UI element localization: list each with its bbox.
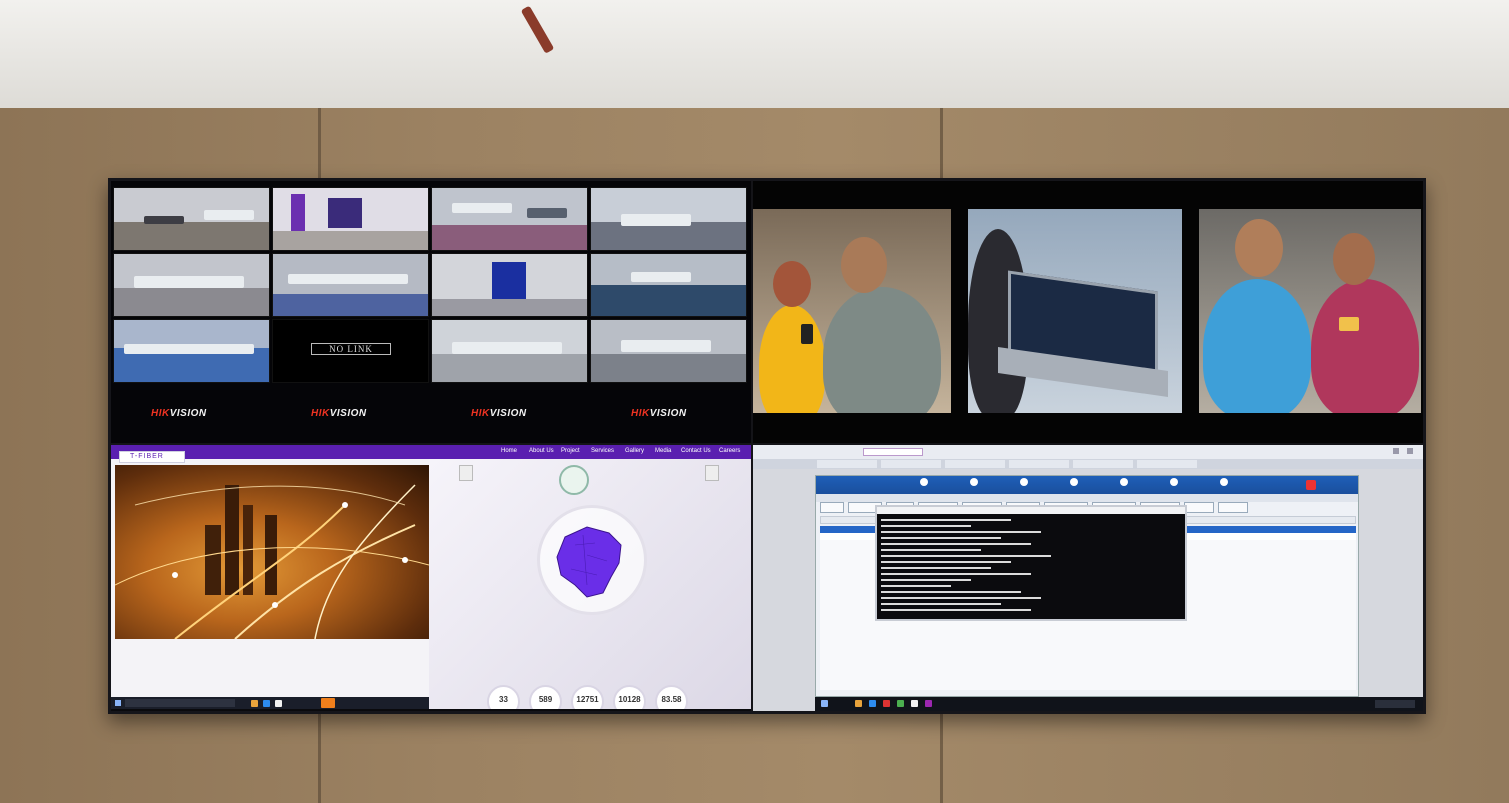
network-management-panel: [753, 445, 1423, 711]
toolbar-button[interactable]: [1184, 502, 1214, 513]
terminal-icon[interactable]: [911, 700, 918, 707]
couple-with-phone-photo: [753, 209, 951, 413]
topology-menu[interactable]: [1016, 477, 1032, 493]
administration-menu[interactable]: [1116, 477, 1132, 493]
camera-feed[interactable]: [431, 187, 588, 251]
camera-feed[interactable]: [113, 253, 270, 317]
nav-about-us[interactable]: About Us: [529, 448, 554, 454]
stat-circle: 12751: [571, 685, 604, 709]
hikvision-logo: HIKVISION: [151, 408, 207, 419]
active-app-icon[interactable]: [321, 698, 335, 708]
no-link-label: NO LINK: [311, 343, 391, 355]
nav-home[interactable]: Home: [501, 448, 517, 454]
city-network-image: [115, 465, 429, 639]
system-tray: [1375, 700, 1415, 708]
app-icon[interactable]: [897, 700, 904, 707]
browser-tab[interactable]: [1073, 460, 1133, 468]
app-icon[interactable]: [925, 700, 932, 707]
photo-panel: [753, 181, 1423, 443]
city-network-graphic: [115, 484, 429, 639]
screen-bezel: [751, 181, 753, 711]
camera-feed[interactable]: [431, 253, 588, 317]
camera-feed[interactable]: [590, 253, 747, 317]
video-wall: NO LINK HIKVISION HIKVISION HIKVISION HI…: [108, 178, 1426, 714]
ceiling: [0, 0, 1509, 115]
telangana-map[interactable]: [547, 515, 637, 605]
tools-menu[interactable]: [1066, 477, 1082, 493]
terminal-titlebar: [877, 507, 1185, 514]
person-with-laptop-photo: [968, 209, 1182, 413]
tfiber-website-panel: Home About Us Project Services Gallery M…: [111, 445, 751, 709]
state-emblem-icon: [559, 465, 589, 495]
taskbar-search-box[interactable]: [125, 699, 235, 707]
app-subheader: [816, 494, 1358, 502]
camera-feed[interactable]: [113, 319, 270, 383]
cctv-panel: NO LINK HIKVISION HIKVISION HIKVISION HI…: [111, 181, 751, 443]
app-icon[interactable]: [883, 700, 890, 707]
folder-icon[interactable]: [251, 700, 258, 707]
stat-circle: 10128: [613, 685, 646, 709]
windows-taskbar: [815, 697, 1423, 711]
toolbar-button[interactable]: [820, 502, 844, 513]
camera-feed[interactable]: [113, 187, 270, 251]
camera-feed[interactable]: [272, 187, 429, 251]
camera-feed[interactable]: [272, 253, 429, 317]
hikvision-logo: HIKVISION: [311, 408, 367, 419]
configuration-menu[interactable]: [966, 477, 982, 493]
stat-circle: 589: [529, 685, 562, 709]
hikvision-logo: HIKVISION: [471, 408, 527, 419]
start-icon[interactable]: [821, 700, 828, 707]
home-menu[interactable]: [916, 477, 932, 493]
terminal-output: [881, 519, 1051, 611]
app-icon[interactable]: [275, 700, 282, 707]
browser-titlebar: [753, 445, 1423, 459]
tfiber-navbar: Home About Us Project Services Gallery M…: [111, 445, 751, 459]
avatar: [459, 465, 473, 481]
browser-icon[interactable]: [263, 700, 270, 707]
stat-circle: 33: [487, 685, 520, 709]
browser-tab[interactable]: [1137, 460, 1197, 468]
security-menu[interactable]: [1216, 477, 1232, 493]
alarm-badge-icon[interactable]: [1306, 480, 1316, 490]
minimize-icon[interactable]: [1393, 448, 1399, 454]
browser-icon[interactable]: [869, 700, 876, 707]
camera-feed[interactable]: [590, 319, 747, 383]
telangana-map-section: 33 589 12751 10128 83.58: [429, 459, 751, 709]
folder-icon[interactable]: [855, 700, 862, 707]
close-icon[interactable]: [1407, 448, 1413, 454]
nms-menu-bar: [816, 476, 1358, 494]
address-bar[interactable]: [863, 448, 923, 456]
nav-services[interactable]: Services: [591, 448, 614, 454]
reports-menu[interactable]: [1166, 477, 1182, 493]
browser-tab[interactable]: [881, 460, 941, 468]
nav-project[interactable]: Project: [561, 448, 580, 454]
nav-contact-us[interactable]: Contact Us: [681, 448, 711, 454]
camera-feed[interactable]: [431, 319, 588, 383]
hikvision-logo: HIKVISION: [631, 408, 687, 419]
browser-tab[interactable]: [1009, 460, 1069, 468]
camera-feed[interactable]: [590, 187, 747, 251]
nav-media[interactable]: Media: [655, 448, 671, 454]
command-prompt-window[interactable]: [875, 505, 1187, 621]
screen-bezel: [111, 443, 1423, 445]
windows-taskbar: [111, 697, 429, 709]
nav-careers[interactable]: Careers: [719, 448, 740, 454]
browser-tab[interactable]: [945, 460, 1005, 468]
browser-tab-strip: [753, 459, 1423, 469]
tfiber-logo[interactable]: T-FIBER: [119, 451, 185, 463]
browser-tab[interactable]: [817, 460, 877, 468]
avatar: [705, 465, 719, 481]
stat-circle: 83.58: [655, 685, 688, 709]
toolbar-button[interactable]: [1218, 502, 1248, 513]
elderly-couple-photo: [1199, 209, 1421, 413]
nav-gallery[interactable]: Gallery: [625, 448, 644, 454]
start-icon[interactable]: [115, 700, 121, 706]
